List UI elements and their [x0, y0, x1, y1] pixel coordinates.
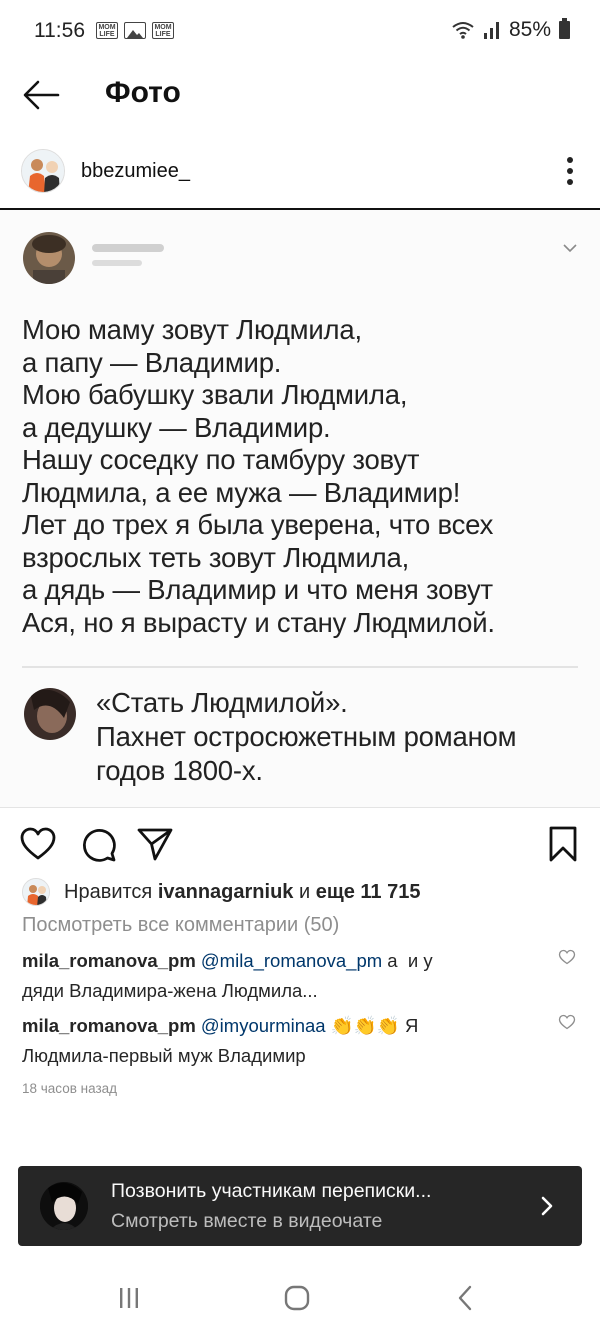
reply-text: «Стать Людмилой». Пахнет остросюжетным р…: [96, 687, 517, 786]
system-nav-bar: [0, 1262, 600, 1332]
mom-life-icon: MOM LIFE: [96, 22, 118, 39]
comment-username[interactable]: mila_romanova_pm: [22, 950, 196, 971]
likes-prefix: Нравится: [64, 880, 158, 903]
chevron-right-icon[interactable]: [540, 1194, 554, 1218]
battery-icon: [559, 18, 570, 39]
signal-icon: [483, 22, 499, 39]
banner-subtitle: Смотреть вместе в видеочате: [111, 1210, 383, 1232]
clapping-emoji: 👏👏👏: [330, 1015, 400, 1036]
recent-apps-icon[interactable]: [115, 1284, 143, 1312]
comment-text: а и у: [382, 950, 433, 971]
liker-avatar: [22, 878, 50, 906]
status-notification-icons: MOM LIFE MOM LIFE: [96, 22, 174, 39]
banner-title: Позвонить участникам переписки...: [111, 1180, 432, 1202]
post-image[interactable]: Мою маму зовут Людмила, а папу — Владими…: [0, 208, 600, 808]
wifi-icon: [452, 22, 474, 39]
comment-username[interactable]: mila_romanova_pm: [22, 1015, 196, 1036]
battery-percent: 85%: [508, 18, 551, 41]
banner-avatar: [40, 1182, 88, 1230]
video-chat-banner[interactable]: Позвонить участникам переписки... Смотре…: [18, 1166, 582, 1246]
likes-summary[interactable]: Нравится ivannagarniuk и еще 11 715: [22, 876, 420, 908]
author-username[interactable]: bbezumiee_: [81, 160, 190, 183]
back-icon[interactable]: [452, 1284, 480, 1312]
post-author-row: bbezumiee_: [0, 140, 600, 206]
top-header: Фото: [0, 62, 600, 128]
tweet-author-name-blurred: [92, 244, 164, 252]
comment-text-continued: Людмила-первый муж Владимир: [22, 1045, 306, 1066]
more-options-icon[interactable]: [562, 155, 578, 187]
tweet-divider: [22, 666, 578, 668]
comment-icon[interactable]: [79, 825, 117, 863]
reply-author-avatar: [24, 688, 76, 740]
comment-like-icon[interactable]: [558, 949, 576, 965]
comment-like-icon[interactable]: [558, 1014, 576, 1030]
home-icon[interactable]: [283, 1284, 311, 1312]
likes-user[interactable]: ivannagarniuk: [158, 881, 294, 904]
arrow-left-icon[interactable]: [22, 78, 62, 112]
author-avatar[interactable]: [21, 149, 65, 193]
mom-life-icon: MOM LIFE: [152, 22, 174, 39]
view-all-comments-link[interactable]: Посмотреть все комментарии (50): [22, 914, 339, 937]
share-icon[interactable]: [136, 825, 174, 863]
comment-mention[interactable]: @imyourminaa: [201, 1015, 326, 1036]
comment-item: mila_romanova_pm @mila_romanova_pm а и у…: [22, 946, 532, 1006]
bookmark-icon[interactable]: [544, 825, 582, 863]
comment-mention[interactable]: @mila_romanova_pm: [201, 950, 382, 971]
tweet-text: Мою маму зовут Людмила, а папу — Владими…: [22, 314, 495, 638]
image-icon: [124, 22, 146, 39]
status-bar: 11:56 MOM LIFE MOM LIFE 85%: [0, 0, 600, 62]
heart-icon[interactable]: [19, 825, 57, 863]
status-right: 85%: [451, 18, 570, 42]
page-title: Фото: [105, 76, 181, 109]
likes-middle: и: [293, 880, 316, 903]
post-actions: [0, 815, 600, 875]
tweet-author-avatar: [23, 232, 75, 284]
likes-count[interactable]: еще 11 715: [316, 881, 421, 904]
chevron-down-icon: [563, 244, 577, 253]
comment-text-continued: дяди Владимира-жена Людмила...: [22, 980, 318, 1001]
comment-text: Я: [399, 1015, 419, 1036]
comment-item: mila_romanova_pm @imyourminaa 👏👏👏 Я Людм…: [22, 1011, 532, 1071]
post-timestamp: 18 часов назад: [22, 1081, 118, 1096]
tweet-author-handle-blurred: [92, 260, 142, 266]
status-time: 11:56: [34, 19, 85, 42]
